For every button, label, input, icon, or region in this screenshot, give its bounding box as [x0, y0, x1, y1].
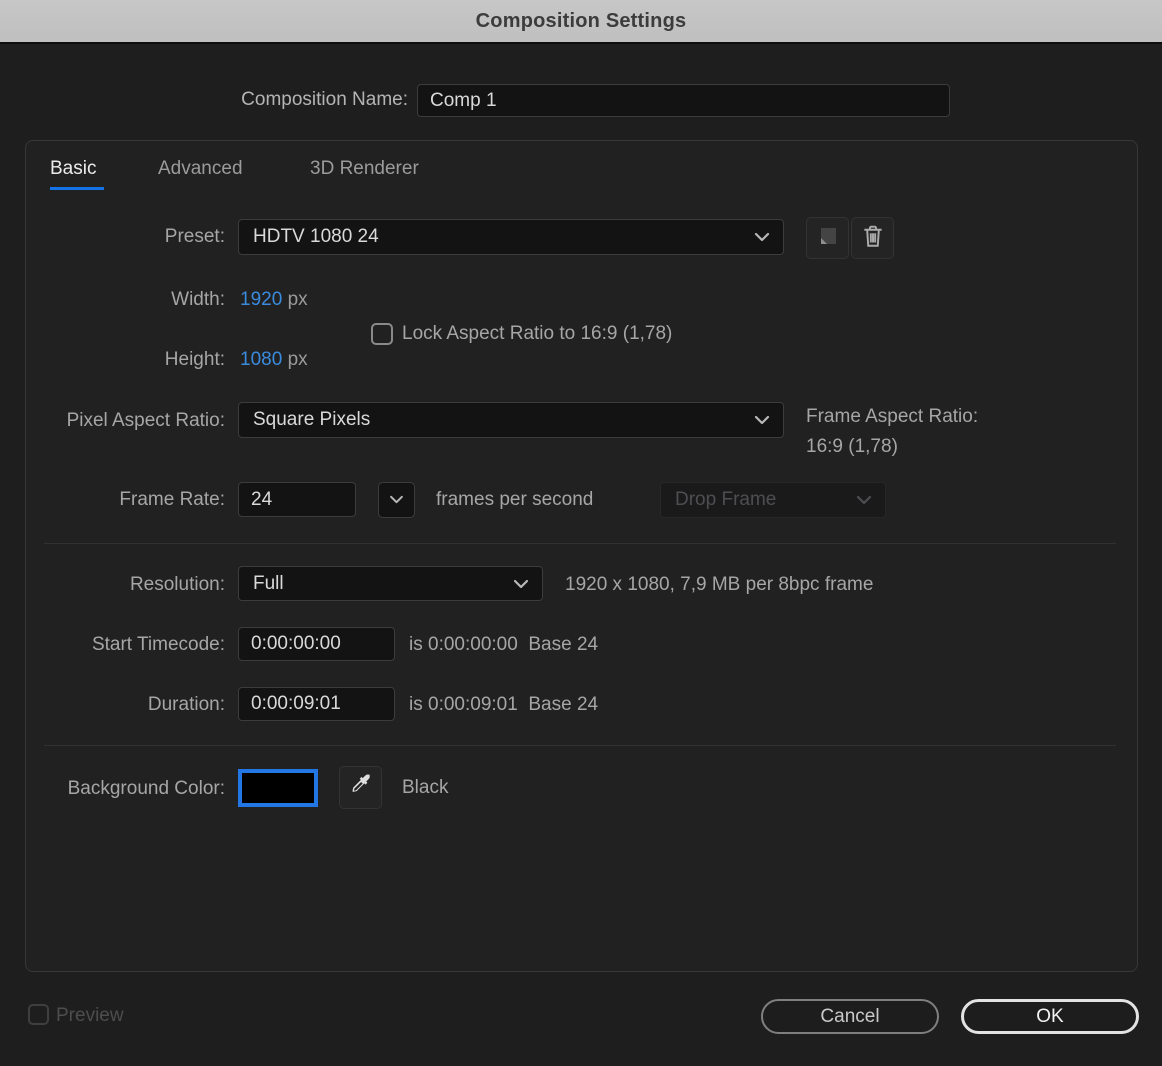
tab-basic[interactable]: Basic: [50, 158, 96, 180]
drop-frame-value: Drop Frame: [675, 489, 777, 510]
tab-3d-renderer[interactable]: 3D Renderer: [310, 158, 419, 180]
duration-info: is 0:00:09:01 Base 24: [409, 694, 599, 715]
separator: [44, 543, 1116, 544]
background-color-swatch[interactable]: [238, 769, 318, 807]
frames-per-second-label: frames per second: [436, 489, 594, 510]
resolution-label: Resolution:: [129, 574, 225, 595]
start-timecode-info: is 0:00:00:00 Base 24: [409, 634, 599, 655]
frame-aspect-ratio-label: Frame Aspect Ratio:: [806, 406, 979, 427]
height-label: Height:: [164, 349, 225, 370]
duration-input[interactable]: [238, 687, 395, 721]
duration-label: Duration:: [147, 694, 225, 715]
pixel-aspect-ratio-label: Pixel Aspect Ratio:: [66, 410, 225, 431]
background-color-label: Background Color:: [67, 778, 225, 799]
drop-frame-select: Drop Frame: [660, 482, 886, 518]
chevron-down-icon: [856, 489, 872, 511]
dialog-title: Composition Settings: [475, 9, 687, 32]
frame-aspect-ratio-value: 16:9 (1,78): [806, 436, 898, 457]
composition-name-input[interactable]: [417, 84, 950, 117]
composition-name-label: Composition Name:: [241, 89, 408, 110]
cancel-button-label: Cancel: [820, 1005, 880, 1027]
preset-value: HDTV 1080 24: [253, 226, 379, 247]
chevron-down-icon: [513, 573, 529, 595]
pixel-aspect-ratio-value: Square Pixels: [253, 409, 371, 430]
preset-select[interactable]: HDTV 1080 24: [238, 219, 784, 255]
cancel-button[interactable]: Cancel: [761, 999, 939, 1034]
chevron-down-icon: [389, 491, 404, 509]
chevron-down-icon: [754, 226, 770, 248]
resolution-info: 1920 x 1080, 7,9 MB per 8bpc frame: [565, 574, 874, 595]
background-color-name: Black: [402, 777, 449, 798]
composition-settings-dialog: Composition Settings Composition Name: B…: [0, 0, 1162, 1066]
save-preset-button[interactable]: [806, 217, 849, 259]
width-value[interactable]: 1920 px: [240, 289, 308, 311]
title-bar: Composition Settings: [0, 0, 1162, 44]
active-tab-underline: [50, 187, 104, 190]
settings-panel: [25, 140, 1138, 972]
resolution-select[interactable]: Full: [238, 566, 543, 601]
width-label: Width:: [171, 289, 225, 310]
save-preset-icon: [815, 223, 841, 254]
height-unit: px: [287, 349, 308, 370]
resolution-value: Full: [253, 572, 284, 594]
preset-label: Preset:: [164, 226, 225, 247]
frame-rate-input[interactable]: [238, 482, 356, 517]
height-number[interactable]: 1080: [240, 349, 282, 370]
tab-advanced[interactable]: Advanced: [158, 158, 243, 180]
lock-aspect-ratio-checkbox[interactable]: [371, 323, 393, 345]
separator: [44, 745, 1116, 746]
eyedropper-button[interactable]: [339, 766, 382, 809]
preview-label: Preview: [56, 1005, 124, 1026]
start-timecode-label: Start Timecode:: [91, 634, 225, 655]
delete-preset-button[interactable]: [851, 217, 894, 259]
lock-aspect-ratio-label[interactable]: Lock Aspect Ratio to 16:9 (1,78): [402, 323, 672, 345]
trash-icon: [861, 223, 885, 254]
preview-checkbox: [28, 1004, 49, 1025]
chevron-down-icon: [754, 409, 770, 431]
start-timecode-input[interactable]: [238, 627, 395, 661]
frame-rate-label: Frame Rate:: [119, 489, 225, 510]
pixel-aspect-ratio-select[interactable]: Square Pixels: [238, 402, 784, 438]
frame-rate-dropdown-button[interactable]: [378, 482, 415, 518]
height-value[interactable]: 1080 px: [240, 349, 308, 371]
width-unit: px: [287, 289, 308, 310]
eyedropper-icon: [348, 772, 374, 803]
width-number[interactable]: 1920: [240, 289, 282, 310]
ok-button-label: OK: [1036, 1005, 1064, 1027]
ok-button[interactable]: OK: [961, 999, 1139, 1034]
